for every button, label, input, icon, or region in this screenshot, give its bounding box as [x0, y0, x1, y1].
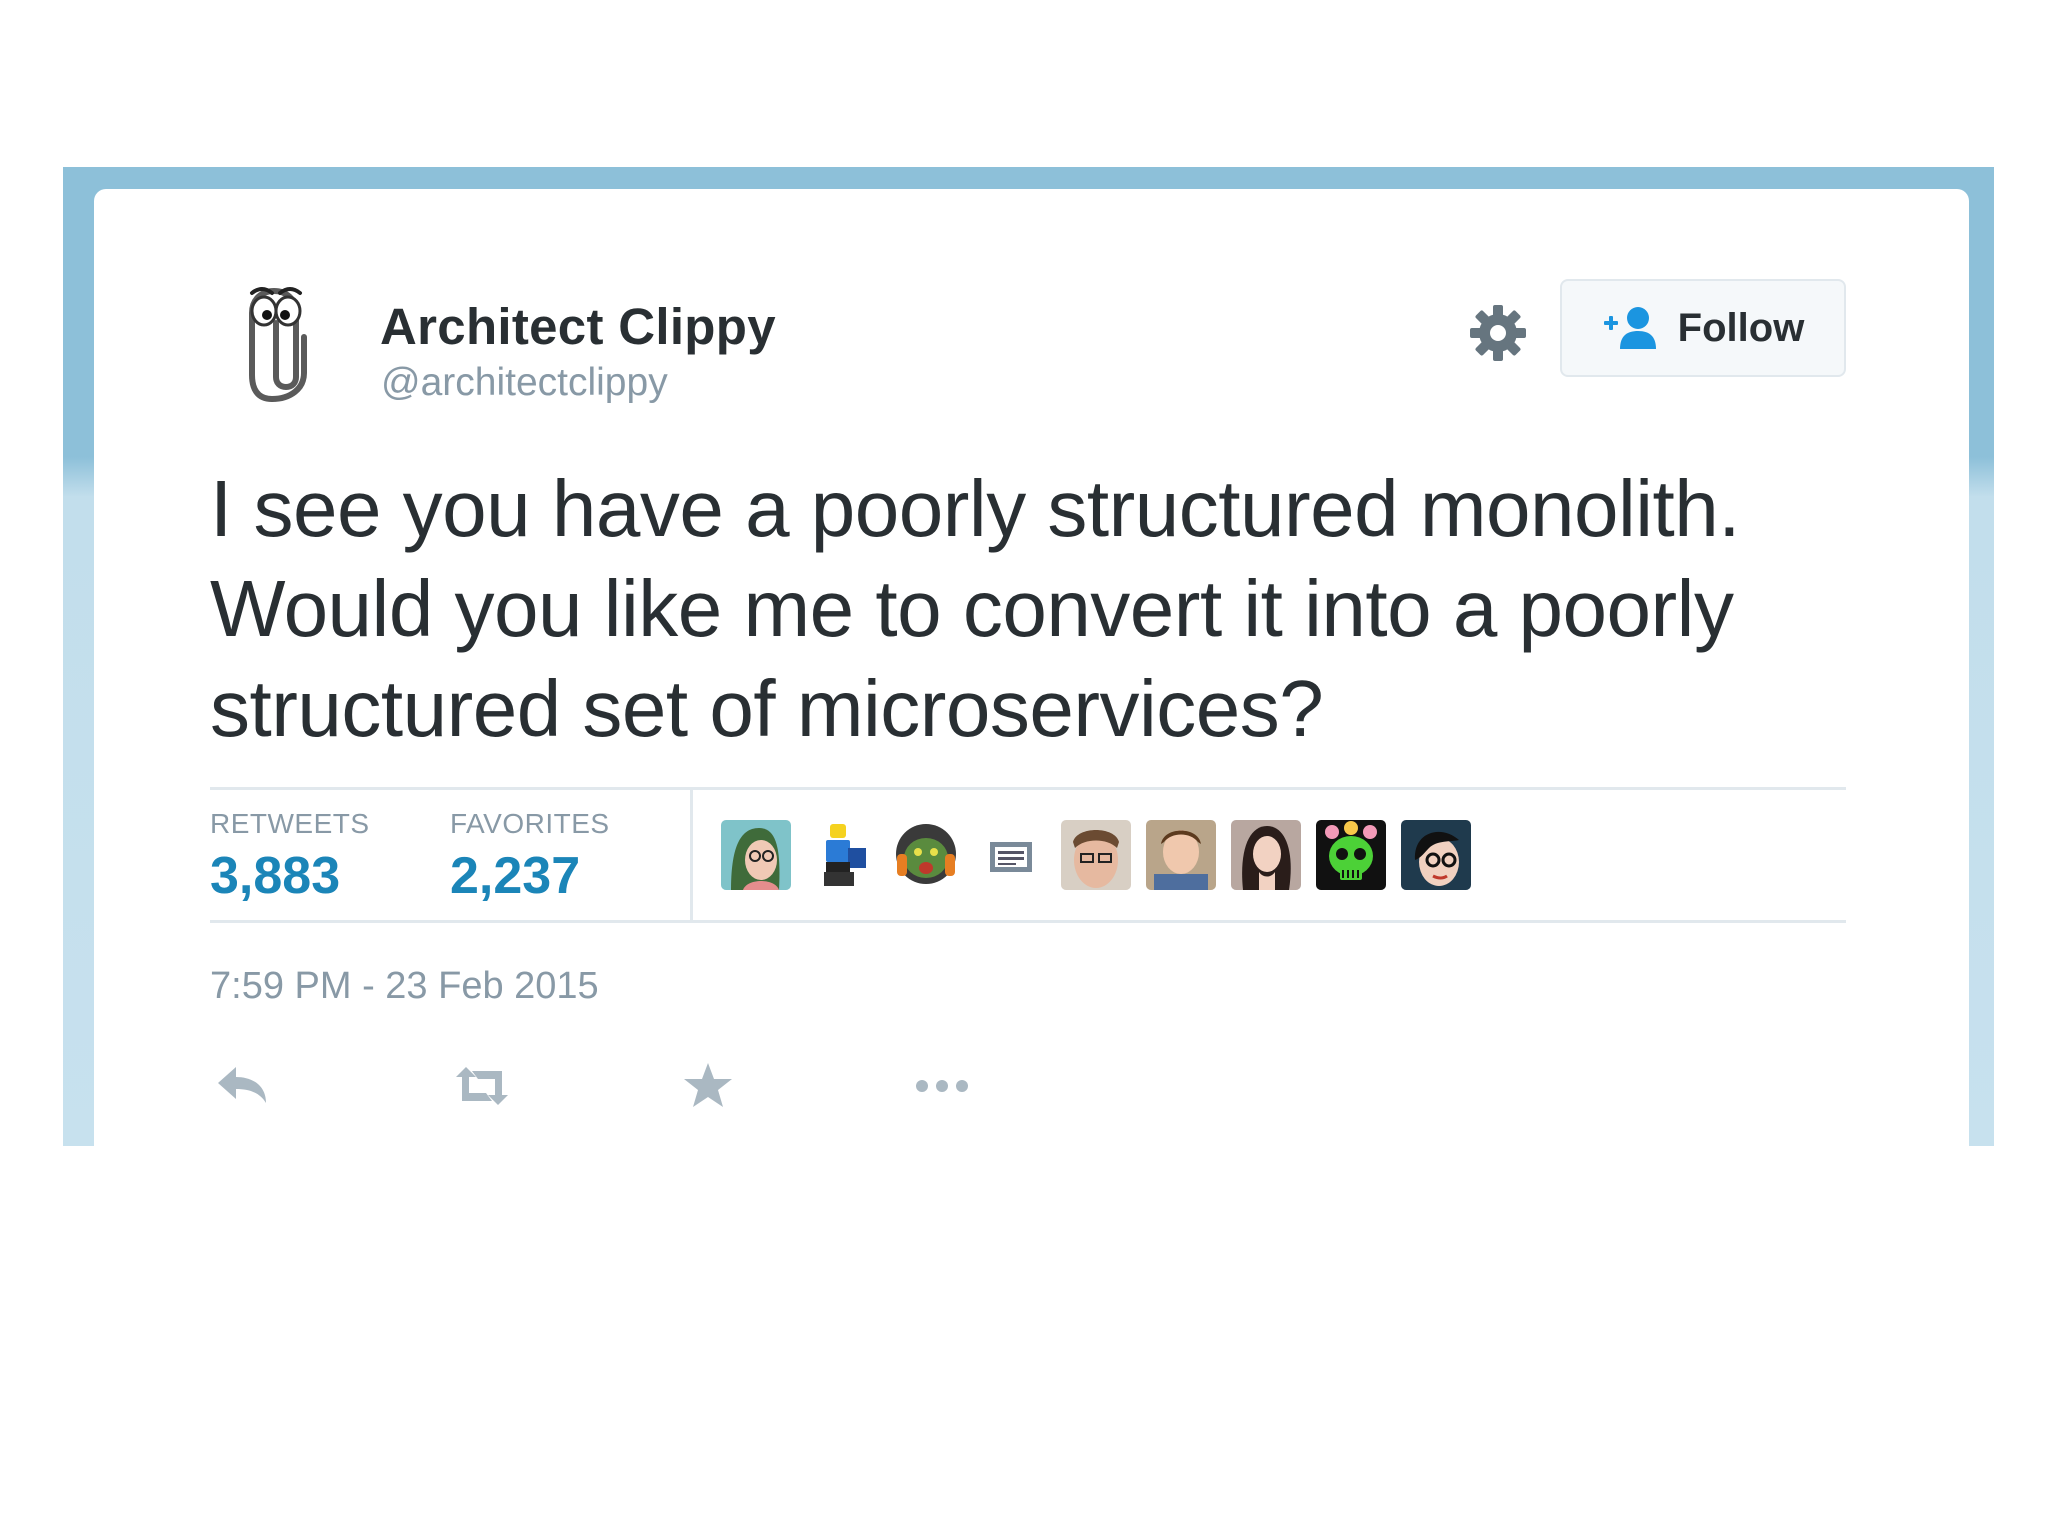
favoriter-avatar[interactable] — [806, 820, 876, 890]
stats-divider — [690, 790, 693, 923]
favoriter-avatar[interactable] — [1401, 820, 1471, 890]
favorites-label: FAVORITES — [450, 808, 610, 839]
favoriter-avatar[interactable] — [1061, 820, 1131, 890]
retweets-count: 3,883 — [210, 847, 341, 905]
follow-label: Follow — [1677, 305, 1805, 350]
tweet-card: Architect Clippy @architectclippy Follow… — [94, 189, 1969, 1536]
display-name[interactable]: Architect Clippy — [380, 297, 776, 356]
add-user-icon — [1603, 307, 1656, 349]
retweets-label: RETWEETS — [210, 808, 370, 839]
tweet-stats: RETWEETS 3,883 FAVORITES 2,237 — [210, 787, 1846, 923]
follow-button[interactable]: Follow — [1560, 279, 1846, 377]
reply-icon[interactable] — [212, 1061, 272, 1111]
favorites-stat[interactable]: FAVORITES 2,237 — [450, 808, 610, 906]
favoriter-avatars — [721, 820, 1471, 890]
user-avatar[interactable] — [234, 277, 324, 417]
retweets-stat[interactable]: RETWEETS 3,883 — [210, 808, 370, 906]
clippy-avatar-icon — [249, 287, 307, 402]
favoriter-avatar[interactable] — [976, 820, 1046, 890]
favorite-star-icon[interactable] — [678, 1061, 738, 1111]
favoriter-avatar[interactable] — [1231, 820, 1301, 890]
user-handle[interactable]: @architectclippy — [381, 361, 668, 405]
favoriter-avatar[interactable] — [1146, 820, 1216, 890]
retweet-icon[interactable] — [452, 1061, 512, 1111]
tweet-timestamp[interactable]: 7:59 PM - 23 Feb 2015 — [210, 965, 599, 1008]
favoriter-avatar[interactable] — [891, 820, 961, 890]
favorites-count: 2,237 — [450, 847, 581, 905]
favoriter-avatar[interactable] — [1316, 820, 1386, 890]
favoriter-avatar[interactable] — [721, 820, 791, 890]
tweet-text: I see you have a poorly structured monol… — [210, 464, 1740, 753]
more-icon[interactable] — [912, 1061, 972, 1111]
page: Architect Clippy @architectclippy Follow… — [0, 0, 2048, 1536]
gear-icon[interactable] — [1468, 303, 1528, 363]
